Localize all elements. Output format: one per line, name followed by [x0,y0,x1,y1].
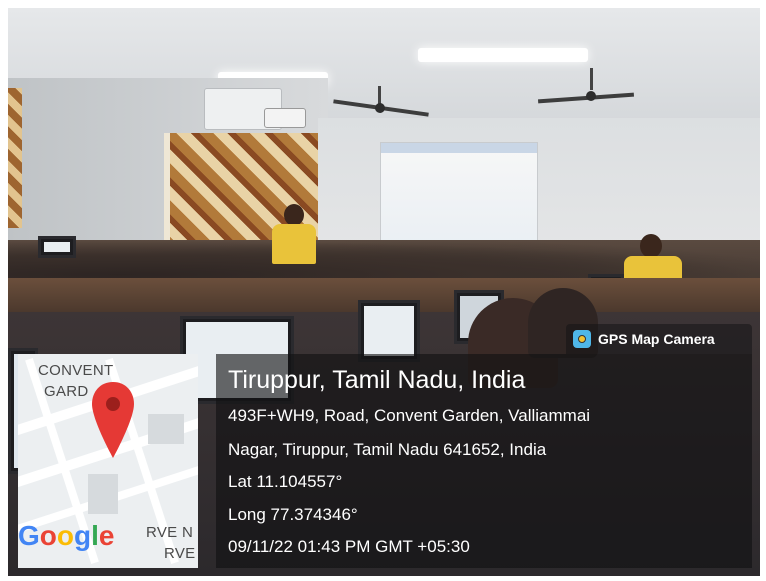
latitude: Lat 11.104557° [228,472,343,491]
monitor [358,300,420,362]
map-block [88,474,118,514]
curtain [8,88,22,228]
gps-map-camera-icon [573,330,591,348]
map-label: GARD [44,383,89,400]
map-label: RVE N [146,524,194,541]
presenter-shirt [272,224,316,264]
address-line-2: Nagar, Tiruppur, Tamil Nadu 641652, Indi… [228,440,547,459]
projector [264,108,306,128]
map-block [148,414,184,444]
presenter-head [284,204,304,226]
fan-rod [590,68,593,90]
timestamp: 09/11/22 01:43 PM GMT +05:30 [228,537,470,556]
location-info-panel: Tiruppur, Tamil Nadu, India 493F+WH9, Ro… [216,354,752,568]
address-line-1: 493F+WH9, Road, Convent Garden, Valliamm… [228,406,591,425]
instructor-head [640,234,662,258]
map-label: RVE [164,545,196,562]
location-map: CONVENT GARD RVE N RVE Google [18,354,198,568]
gps-camera-watermark: GPS Map Camera [566,324,752,354]
google-logo: Google [18,520,115,551]
fan-hub [586,91,596,101]
gps-camera-label: GPS Map Camera [598,331,715,347]
monitor [38,236,76,258]
location-title: Tiruppur, Tamil Nadu, India [228,366,526,394]
longitude: Long 77.374346° [228,505,358,524]
ceiling-light [418,48,588,62]
fan-hub [375,103,385,113]
map-label: CONVENT [38,362,114,379]
map-pin-icon [92,382,134,458]
screen-titlebar [381,143,537,153]
